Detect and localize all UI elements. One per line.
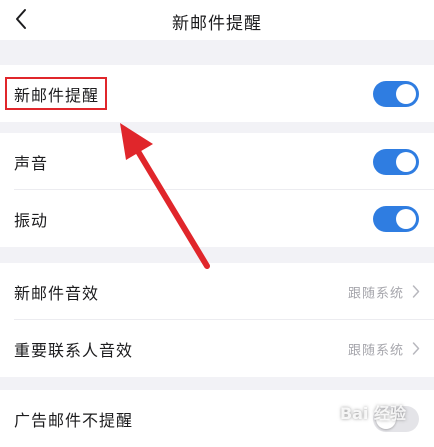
setting-label: 新邮件音效	[14, 283, 100, 303]
setting-label: 重要联系人音效	[14, 340, 134, 360]
setting-row-new-mail-sound[interactable]: 新邮件音效 跟随系统	[0, 263, 434, 320]
header-bar: 新邮件提醒	[0, 0, 434, 40]
chevron-right-icon	[412, 285, 420, 298]
annotation-highlight-box	[5, 77, 107, 110]
setting-value: 跟随系统	[348, 339, 420, 358]
chevron-right-icon	[412, 342, 420, 355]
page-title: 新邮件提醒	[172, 14, 262, 34]
setting-value-text: 跟随系统	[347, 286, 404, 301]
vibrate-toggle[interactable]	[373, 205, 419, 232]
toggle-knob	[396, 151, 416, 172]
new-mail-alert-toggle[interactable]	[373, 80, 419, 107]
setting-label: 广告邮件不提醒	[14, 410, 134, 430]
toggle-knob	[396, 208, 416, 229]
setting-value: 跟随系统	[348, 282, 420, 301]
setting-row-vip-contact-sound[interactable]: 重要联系人音效 跟随系统	[0, 320, 434, 377]
setting-value-text: 跟随系统	[347, 343, 404, 358]
watermark-text: Bai 经验	[339, 404, 406, 423]
toggle-knob	[396, 83, 416, 104]
setting-row-vibrate[interactable]: 振动	[0, 190, 434, 247]
setting-label: 声音	[14, 153, 49, 173]
setting-label: 振动	[14, 210, 49, 230]
sound-toggle[interactable]	[373, 148, 419, 175]
setting-row-sound[interactable]: 声音	[0, 133, 434, 190]
